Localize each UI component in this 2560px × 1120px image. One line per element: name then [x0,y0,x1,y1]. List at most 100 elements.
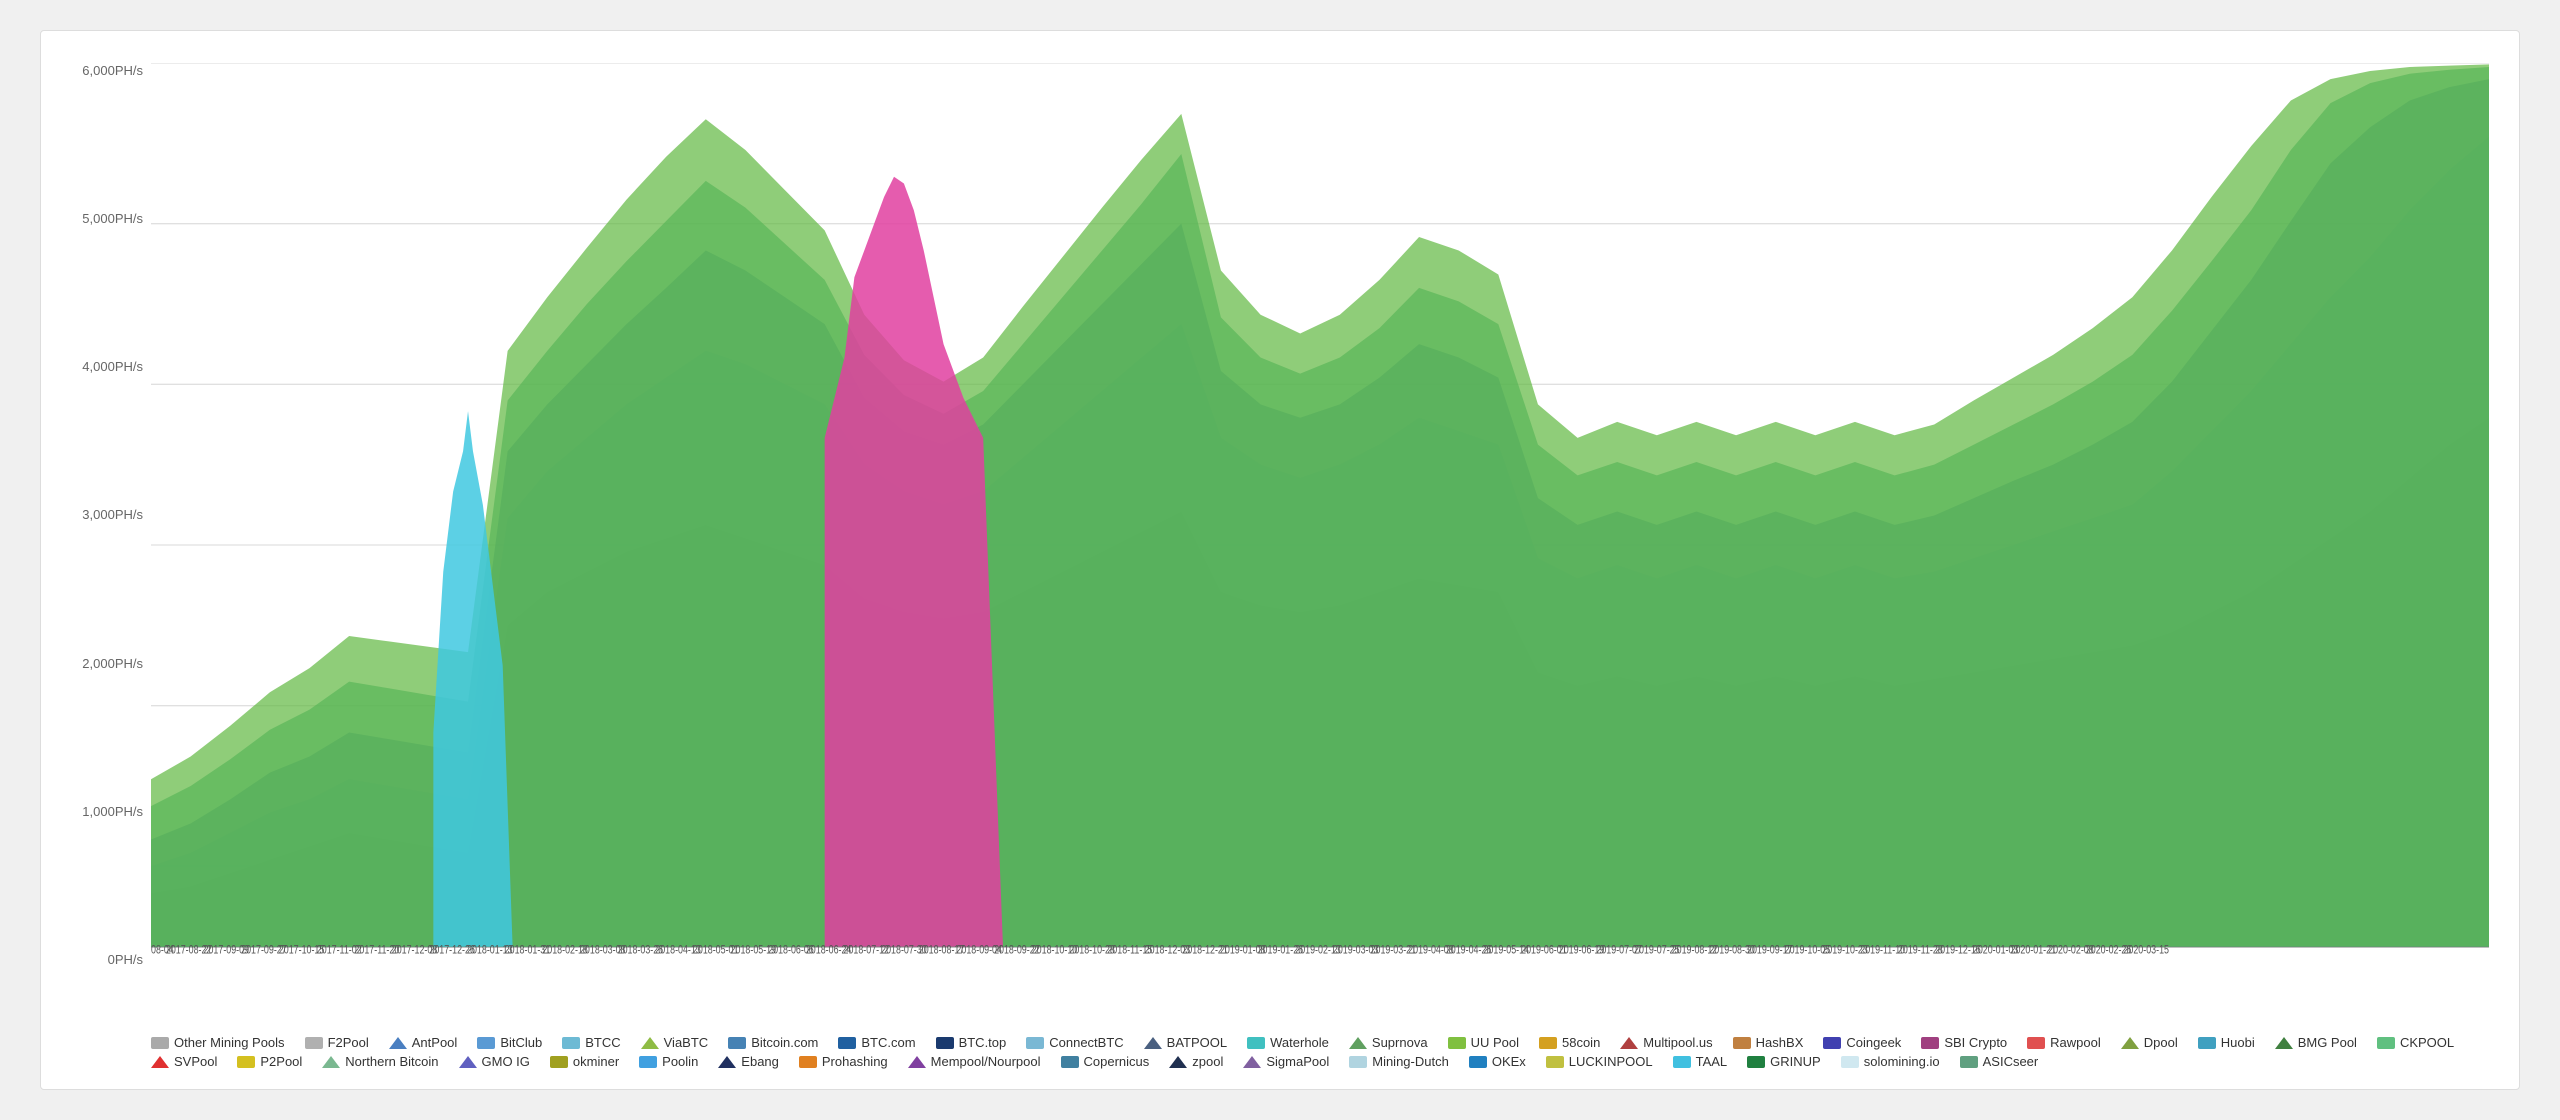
legend-item: Copernicus [1061,1054,1150,1069]
legend-item: CKPOOL [2377,1035,2454,1050]
legend-color-swatch [322,1056,340,1068]
legend-item: Coingeek [1823,1035,1901,1050]
legend-color-swatch [477,1037,495,1049]
legend-label: UU Pool [1471,1035,1519,1050]
legend-label: Coingeek [1846,1035,1901,1050]
legend-label: ViaBTC [664,1035,709,1050]
legend-label: 58coin [1562,1035,1600,1050]
legend-label: SigmaPool [1266,1054,1329,1069]
legend-color-swatch [1546,1056,1564,1068]
legend-color-swatch [1823,1037,1841,1049]
legend-item: Other Mining Pools [151,1035,285,1050]
legend-item: GMO IG [459,1054,530,1069]
legend-color-swatch [1169,1056,1187,1068]
legend-label: Mining-Dutch [1372,1054,1449,1069]
legend-color-swatch [1144,1037,1162,1049]
y-axis-label: 2,000PH/s [82,656,143,671]
legend-color-swatch [2377,1037,2395,1049]
legend-color-swatch [1247,1037,1265,1049]
legend-label: CKPOOL [2400,1035,2454,1050]
legend-color-swatch [718,1056,736,1068]
legend-color-swatch [1921,1037,1939,1049]
legend-color-swatch [1841,1056,1859,1068]
legend-label: TAAL [1696,1054,1728,1069]
legend-item: BMG Pool [2275,1035,2357,1050]
legend-label: ASICseer [1983,1054,2039,1069]
legend-color-swatch [838,1037,856,1049]
legend-label: okminer [573,1054,619,1069]
legend-item: ViaBTC [641,1035,709,1050]
legend-area: Other Mining Pools F2Pool AntPool BitClub BT… [71,1035,2489,1069]
legend-item: Mining-Dutch [1349,1054,1449,1069]
legend-color-swatch [1026,1037,1044,1049]
legend-color-swatch [305,1037,323,1049]
legend-label: HashBX [1756,1035,1804,1050]
legend-label: Rawpool [2050,1035,2101,1050]
legend-label: Ebang [741,1054,779,1069]
legend-item: GRINUP [1747,1054,1821,1069]
legend-item: OKEx [1469,1054,1526,1069]
legend-label: Bitcoin.com [751,1035,818,1050]
legend-item: BTC.com [838,1035,915,1050]
legend-item: Rawpool [2027,1035,2101,1050]
legend-color-swatch [2198,1037,2216,1049]
legend-color-swatch [550,1056,568,1068]
legend-item: Prohashing [799,1054,888,1069]
legend-color-swatch [1747,1056,1765,1068]
legend-label: GRINUP [1770,1054,1821,1069]
legend-item: HashBX [1733,1035,1804,1050]
legend-item: F2Pool [305,1035,369,1050]
legend-label: Northern Bitcoin [345,1054,438,1069]
legend-color-swatch [1620,1037,1638,1049]
legend-item: Bitcoin.com [728,1035,818,1050]
legend-color-swatch [2275,1037,2293,1049]
legend-color-swatch [799,1056,817,1068]
y-axis-label: 4,000PH/s [82,359,143,374]
legend-label: Prohashing [822,1054,888,1069]
legend-item: Ebang [718,1054,779,1069]
legend-label: GMO IG [482,1054,530,1069]
legend-label: Other Mining Pools [174,1035,285,1050]
legend-item: SBI Crypto [1921,1035,2007,1050]
chart-container: 6,000PH/s5,000PH/s4,000PH/s3,000PH/s2,00… [40,30,2520,1090]
legend-item: Huobi [2198,1035,2255,1050]
legend-label: SVPool [174,1054,217,1069]
legend-label: BATPOOL [1167,1035,1227,1050]
legend-item: ConnectBTC [1026,1035,1123,1050]
legend-item: okminer [550,1054,619,1069]
legend-color-swatch [151,1037,169,1049]
legend-item: BTC.top [936,1035,1007,1050]
legend-color-swatch [728,1037,746,1049]
legend-item: Mempool/Nourpool [908,1054,1041,1069]
legend-item: UU Pool [1448,1035,1519,1050]
legend-color-swatch [237,1056,255,1068]
legend-label: BTC.top [959,1035,1007,1050]
legend-item: solomining.io [1841,1054,1940,1069]
legend-label: LUCKINPOOL [1569,1054,1653,1069]
legend-item: Poolin [639,1054,698,1069]
legend-color-swatch [1061,1056,1079,1068]
y-axis: 6,000PH/s5,000PH/s4,000PH/s3,000PH/s2,00… [71,63,151,1027]
legend-label: Huobi [2221,1035,2255,1050]
legend-color-swatch [641,1037,659,1049]
legend-color-swatch [151,1056,169,1068]
y-axis-label: 3,000PH/s [82,507,143,522]
legend-label: Poolin [662,1054,698,1069]
legend-item: ASICseer [1960,1054,2039,1069]
legend-item: SVPool [151,1054,217,1069]
legend-color-swatch [389,1037,407,1049]
legend-label: BitClub [500,1035,542,1050]
legend-item: BTCC [562,1035,620,1050]
legend-color-swatch [1960,1056,1978,1068]
legend-label: AntPool [412,1035,458,1050]
legend-item: BitClub [477,1035,542,1050]
legend-color-swatch [936,1037,954,1049]
legend-label: Mempool/Nourpool [931,1054,1041,1069]
legend-label: P2Pool [260,1054,302,1069]
legend-color-swatch [459,1056,477,1068]
legend-item: 58coin [1539,1035,1600,1050]
legend-color-swatch [2027,1037,2045,1049]
legend-label: Suprnova [1372,1035,1428,1050]
chart-svg: 2017-08-04 2017-08-22 2017-09-09 2017-09… [151,63,2489,1027]
legend-color-swatch [1673,1056,1691,1068]
